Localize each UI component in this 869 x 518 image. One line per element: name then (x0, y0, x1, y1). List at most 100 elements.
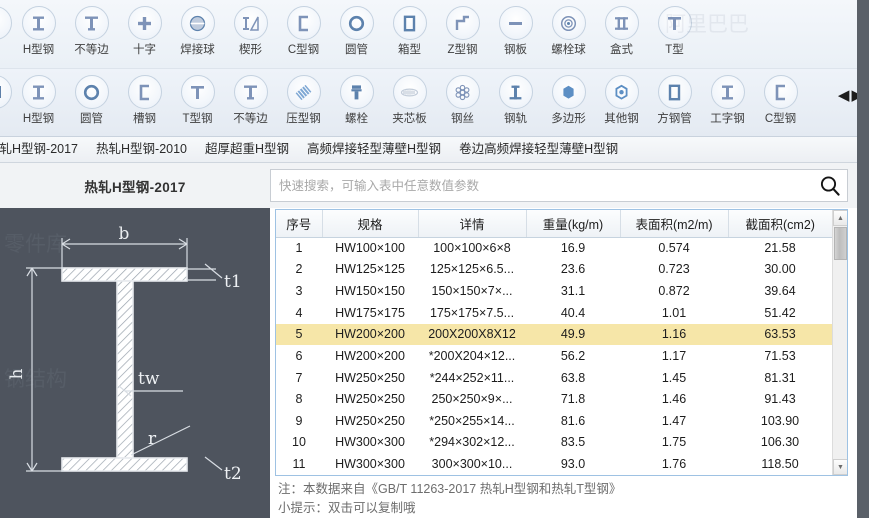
tool-item-round-pipe-6[interactable]: 圆管 (330, 0, 383, 57)
table-row[interactable]: 1 HW100×100 100×100×6×8 16.9 0.574 21.58 (276, 237, 832, 259)
footer-notes: 注：本数据来自《GB/T 11263-2017 热轧H型钢和热轧T型钢》 小提示… (278, 480, 858, 518)
search-input[interactable] (271, 170, 813, 201)
table-column-header-5[interactable]: 截面积(cm2) (728, 210, 832, 238)
tool-item-box-section-7[interactable]: 箱型 (383, 0, 436, 57)
tab-2[interactable]: 超厚超重H型钢 (196, 137, 298, 162)
other-steel-icon (604, 75, 639, 109)
table-cell-c5: 21.58 (764, 241, 796, 256)
table-row[interactable]: 4 HW175×175 175×175×7.5... 40.4 1.01 51.42 (276, 302, 832, 324)
search-icon[interactable] (813, 175, 847, 197)
table-cell-c0: 5 (295, 327, 303, 342)
tool-item-cross-section-2[interactable]: 十字 (118, 0, 171, 57)
table-cell-c4: 1.46 (661, 392, 687, 407)
search-box[interactable] (270, 169, 848, 202)
table-cell-c1: HW250×250 (335, 413, 405, 428)
table-cell-c5: 39.64 (764, 284, 796, 299)
unequal-angle-icon (233, 75, 268, 109)
tool-item-square-tube-12[interactable]: 方钢管 (648, 69, 701, 126)
tool-item-boxed-11[interactable]: 盒式 (595, 0, 648, 57)
tool-item-i-beam-13[interactable]: 工字钢 (701, 69, 754, 126)
toolbar-row-2: H型钢 圆管 槽钢 T型钢 不等边 压型钢 螺栓 夹芯板 钢丝 钢轨 多边形 其他钢 方钢管 工字钢 C型钢 (0, 68, 869, 136)
table-vertical-scrollbar[interactable]: ▲ ▼ (832, 210, 847, 475)
scroll-up-arrow[interactable]: ▲ (833, 210, 847, 226)
table-column-header-1[interactable]: 规格 (322, 210, 419, 238)
tool-item-bolt-6[interactable]: 螺栓 (330, 69, 383, 126)
table-cell-c5: 103.90 (760, 413, 800, 428)
table-cell-c0: 3 (295, 284, 303, 299)
table-column-header-4[interactable]: 表面积(m2/m) (620, 210, 729, 238)
tool-item-label: H型钢 (22, 44, 55, 56)
table-row[interactable]: 9 HW250×250 *250×255×14... 81.6 1.47 103.90 (276, 410, 832, 432)
tool-item-label: Z型钢 (447, 44, 478, 56)
table-cell-c4: 0.723 (658, 262, 690, 277)
table-cell-c2: *250×255×14... (429, 413, 515, 428)
tool-item-round-pipe-1[interactable]: 圆管 (65, 69, 118, 126)
table-cell-c5: 81.31 (764, 370, 796, 385)
h-beam-icon (21, 75, 56, 109)
page-title: 热轧H型钢-2017 (84, 179, 186, 195)
usage-tip-note: 小提示：双击可以复制哦 (278, 501, 416, 515)
table-cell-c1: HW125×125 (335, 262, 405, 277)
tool-item-polygon-10[interactable]: 多边形 (542, 69, 595, 126)
tool-item-label: 方钢管 (657, 113, 692, 125)
pager-prev-icon[interactable]: ◀ (838, 88, 850, 103)
table-row[interactable]: 2 HW125×125 125×125×6.5... 23.6 0.723 30.00 (276, 259, 832, 281)
tool-item-h-beam-0[interactable]: H型钢 (12, 69, 65, 126)
tool-item-c-channel-5[interactable]: C型钢 (277, 0, 330, 57)
c-channel-icon (286, 6, 321, 40)
toolbar-row-2-overflow-left[interactable] (0, 75, 12, 136)
toolbar-row-1-overflow-left[interactable] (0, 6, 12, 68)
tool-item-h-beam-0[interactable]: H型钢 (12, 0, 65, 57)
table-row[interactable]: 5 HW200×200 200X200X8X12 49.9 1.16 63.53 (276, 323, 832, 346)
tool-item-unequal-angle-4[interactable]: 不等边 (224, 69, 277, 126)
table-row[interactable]: 10 HW300×300 *294×302×12... 83.5 1.75 106.30 (276, 432, 832, 454)
tool-item-label: T型 (665, 44, 684, 56)
table-cell-c0: 11 (292, 457, 306, 472)
table-column-header-2[interactable]: 详情 (418, 210, 527, 238)
tool-item-label: 多边形 (551, 113, 586, 125)
table-cell-c3: 56.2 (560, 348, 586, 363)
tool-item-welded-ball-3[interactable]: 焊接球 (171, 0, 224, 57)
overflow-icon-left-2 (0, 75, 12, 109)
h-beam-svg: b h t1 t2 tw r (7, 224, 242, 484)
tool-item-label: 钢板 (504, 44, 527, 56)
tool-item-unequal-angle-1[interactable]: 不等边 (65, 0, 118, 57)
table-row[interactable]: 7 HW250×250 *244×252×11... 63.8 1.45 81.31 (276, 367, 832, 389)
tool-item-profiled-sheet-5[interactable]: 压型钢 (277, 69, 330, 126)
tool-item-bolt-ball-10[interactable]: 螺栓球 (542, 0, 595, 57)
tab-4[interactable]: 卷边高频焊接轻型薄壁H型钢 (450, 137, 627, 162)
table-row[interactable]: 6 HW200×200 *200X204×12... 56.2 1.17 71.53 (276, 345, 832, 367)
tool-item-c-channel-14[interactable]: C型钢 (754, 69, 807, 126)
tab-3[interactable]: 高频焊接轻型薄壁H型钢 (298, 137, 450, 162)
tool-item-z-section-8[interactable]: Z型钢 (436, 0, 489, 57)
dim-label-tw: tw (138, 369, 160, 389)
table-cell-c0: 9 (295, 413, 303, 428)
tool-item-label: 钢轨 (504, 113, 527, 125)
tool-item-other-steel-11[interactable]: 其他钢 (595, 69, 648, 126)
tool-item-t-section-12[interactable]: T型 (648, 0, 701, 57)
table-cell-c1: HW150×150 (335, 284, 405, 299)
table-cell-c2: *200X204×12... (428, 348, 516, 363)
table-row[interactable]: 11 HW300×300 300×300×10... 93.0 1.76 118.50 (276, 453, 832, 475)
tool-item-t-steel-3[interactable]: T型钢 (171, 69, 224, 126)
tool-item-steel-rail-9[interactable]: 钢轨 (489, 69, 542, 126)
table-cell-c0: 4 (295, 305, 303, 320)
table-cell-c1: HW175×175 (335, 305, 405, 320)
tool-item-steel-wire-8[interactable]: 钢丝 (436, 69, 489, 126)
table-row[interactable]: 8 HW250×250 250×250×9×... 71.8 1.46 91.43 (276, 388, 832, 410)
tool-item-channel-steel-2[interactable]: 槽钢 (118, 69, 171, 126)
polygon-icon (551, 75, 586, 109)
table-column-header-3[interactable]: 重量(kg/m) (526, 210, 621, 238)
scroll-down-arrow[interactable]: ▼ (833, 459, 847, 475)
table-row[interactable]: 3 HW150×150 150×150×7×... 31.1 0.872 39.64 (276, 280, 832, 302)
tab-1[interactable]: 热轧H型钢-2010 (87, 137, 196, 162)
tool-item-sandwich-panel-7[interactable]: 夹芯板 (383, 69, 436, 126)
section-type-toolbar: H型钢 不等边 十字 焊接球 楔形 C型钢 圆管 箱型 Z型钢 钢板 螺栓球 盒式 T型 H型钢 圆管 槽钢… (0, 0, 869, 137)
toolbar-row-1: H型钢 不等边 十字 焊接球 楔形 C型钢 圆管 箱型 Z型钢 钢板 螺栓球 盒式 T型 (0, 0, 869, 68)
scrollbar-thumb[interactable] (834, 227, 847, 260)
tool-item-steel-plate-9[interactable]: 钢板 (489, 0, 542, 57)
table-column-header-0[interactable]: 序号 (276, 210, 323, 238)
tool-item-wedge-4[interactable]: 楔形 (224, 0, 277, 57)
tab-0[interactable]: 热轧H型钢-2017 (0, 137, 87, 162)
h-beam-cross-section-diagram: b h t1 t2 tw r 零件库 钢结构 (0, 208, 270, 518)
